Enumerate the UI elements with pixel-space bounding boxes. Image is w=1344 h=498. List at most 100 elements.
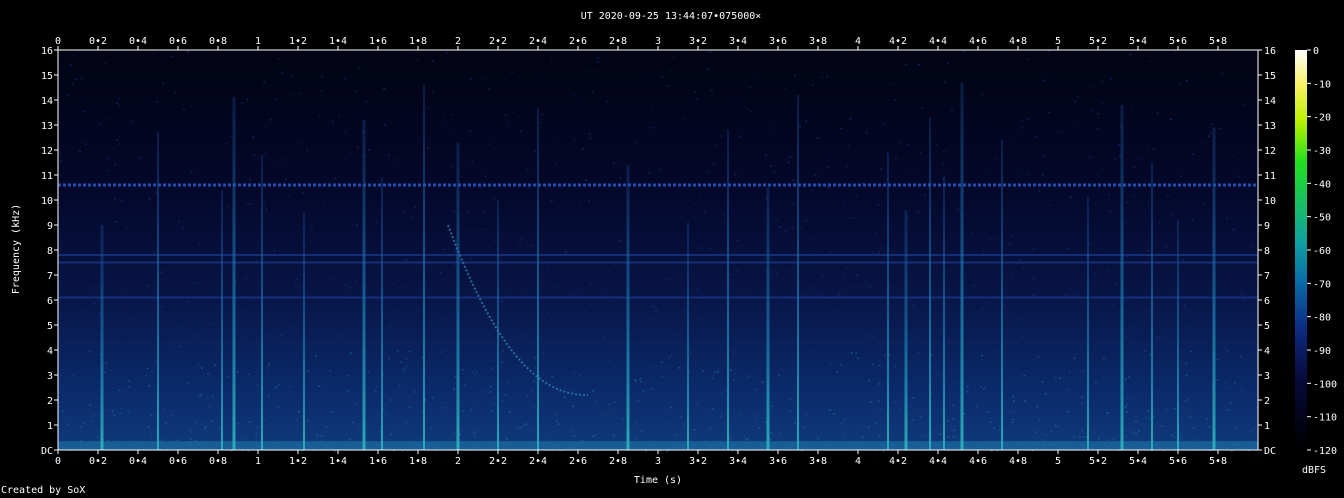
noise-dot	[300, 143, 303, 145]
y-tick-label-right: 2	[1264, 396, 1270, 407]
noise-dot	[1185, 374, 1188, 376]
noise-dot	[868, 379, 871, 382]
impulse-line	[303, 212, 305, 450]
noise-dot	[329, 369, 332, 372]
noise-dot	[1021, 433, 1024, 435]
y-tick-label-right: DC	[1264, 446, 1276, 457]
noise-dot	[253, 154, 256, 156]
noise-dot	[321, 185, 324, 187]
noise-dot	[842, 276, 845, 279]
noise-dot	[1037, 348, 1040, 350]
noise-dot	[529, 428, 532, 430]
noise-dot	[877, 250, 880, 252]
noise-dot	[521, 251, 524, 253]
noise-dot	[723, 214, 725, 216]
noise-dot	[840, 422, 843, 425]
noise-dot	[1009, 328, 1012, 330]
noise-dot	[679, 416, 682, 418]
noise-dot	[943, 81, 946, 84]
noise-dot	[662, 316, 665, 318]
noise-dot	[745, 289, 748, 291]
noise-dot	[937, 345, 940, 348]
noise-dot	[1209, 132, 1212, 134]
x-tick-label-top: 4•4	[929, 36, 947, 47]
noise-dot	[850, 352, 853, 354]
noise-dot	[701, 370, 704, 372]
noise-dot	[956, 380, 959, 382]
noise-dot	[1231, 154, 1234, 157]
x-tick-label: 1•6	[369, 456, 387, 467]
noise-dot	[731, 239, 734, 241]
x-tick-label-top: 4•8	[1009, 36, 1027, 47]
noise-dot	[1102, 357, 1105, 360]
noise-dot	[1240, 355, 1242, 358]
noise-dot	[771, 405, 774, 408]
noise-dot	[352, 421, 355, 424]
noise-dot	[150, 433, 153, 436]
noise-dot	[70, 417, 73, 419]
noise-dot	[793, 422, 796, 425]
impulse-line	[904, 210, 908, 450]
noise-dot	[821, 275, 824, 278]
noise-dot	[939, 329, 942, 331]
plot-area	[58, 50, 1259, 452]
noise-dot	[721, 392, 724, 395]
noise-dot	[1101, 80, 1104, 83]
noise-dot	[550, 200, 553, 202]
noise-dot	[530, 244, 533, 247]
noise-dot	[1073, 331, 1076, 333]
noise-dot	[982, 308, 985, 310]
noise-dot	[947, 339, 950, 341]
noise-dot	[331, 121, 334, 123]
noise-dot	[1133, 166, 1136, 168]
noise-dot	[1057, 130, 1060, 133]
noise-dot	[829, 363, 832, 365]
noise-dot	[877, 204, 880, 206]
noise-dot	[427, 361, 430, 364]
noise-dot	[276, 406, 279, 408]
colorbar-tick-label: -90	[1313, 346, 1331, 357]
noise-dot	[211, 420, 214, 422]
noise-dot	[483, 391, 486, 393]
noise-dot	[878, 364, 881, 366]
noise-dot	[849, 216, 852, 219]
noise-dot	[520, 237, 523, 240]
noise-dot	[764, 154, 767, 156]
noise-dot	[148, 385, 151, 387]
noise-dot	[982, 252, 985, 254]
noise-dot	[147, 299, 150, 301]
noise-dot	[634, 142, 637, 145]
noise-dot	[895, 157, 898, 159]
noise-dot	[578, 374, 581, 377]
noise-dot	[396, 350, 399, 352]
noise-dot	[1143, 350, 1146, 352]
spectrogram-chart: UT 2020-09-25 13:44:07•075000× 0 0 0•2 0•2 0…	[11, 11, 1337, 486]
noise-dot	[551, 318, 554, 320]
noise-dot	[527, 186, 530, 189]
noise-dot	[921, 436, 924, 438]
noise-dot	[792, 203, 795, 206]
noise-dot	[670, 239, 673, 241]
impulse-line	[943, 175, 945, 450]
noise-dot	[350, 111, 353, 114]
noise-dot	[265, 369, 268, 371]
noise-dot	[1229, 402, 1232, 404]
noise-dot	[453, 210, 456, 212]
noise-dot	[1124, 406, 1127, 408]
noise-dot	[702, 317, 705, 319]
noise-dot	[1224, 381, 1227, 384]
noise-dot	[1041, 174, 1044, 176]
noise-dot	[367, 371, 370, 374]
noise-dot	[1103, 316, 1106, 318]
noise-dot	[1181, 406, 1184, 409]
noise-dot	[1236, 394, 1239, 396]
noise-dot	[452, 432, 455, 434]
noise-dot	[665, 422, 667, 424]
x-tick-label-top: 1•6	[369, 36, 387, 47]
noise-dot	[1100, 322, 1102, 324]
noise-dot	[801, 215, 804, 218]
noise-dot	[601, 288, 604, 291]
x-tick-label: 3	[655, 456, 661, 467]
noise-dot	[1198, 439, 1200, 441]
noise-dot	[918, 411, 921, 413]
